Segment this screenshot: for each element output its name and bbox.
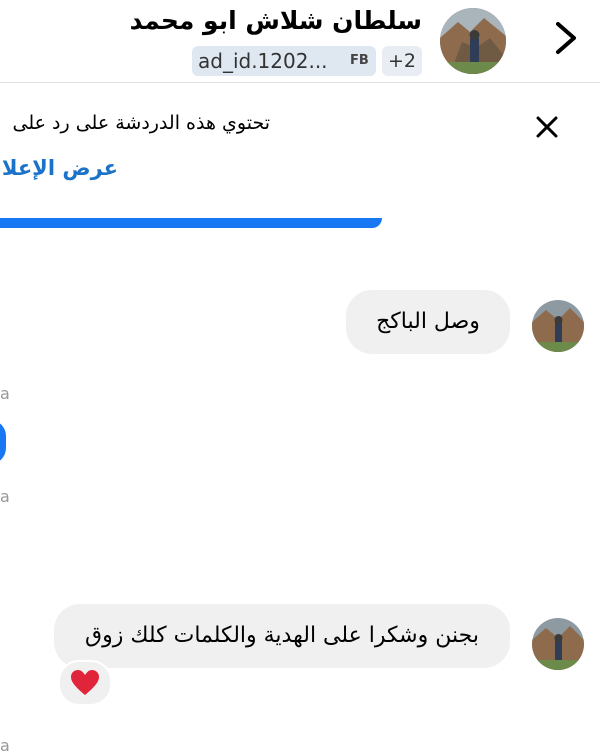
- close-banner-button[interactable]: [530, 110, 564, 144]
- contact-avatar[interactable]: [440, 8, 506, 74]
- chevron-right-icon: [556, 22, 576, 54]
- view-ad-link[interactable]: عرض الإعلا: [2, 156, 118, 180]
- banner-accent-bar: [0, 218, 382, 228]
- heart-icon: [71, 670, 99, 695]
- ad-reply-notice: تحتوي هذه الدردشة على رد على: [12, 112, 270, 134]
- avatar-photo: [532, 618, 584, 670]
- close-icon: [536, 116, 558, 138]
- contact-name[interactable]: سلطان شلاش ابو محمد: [130, 6, 422, 35]
- avatar-photo: [440, 8, 506, 74]
- sender-avatar: [532, 618, 584, 670]
- fb-tag: FB: [350, 53, 369, 68]
- avatar-photo: [532, 300, 584, 352]
- chat-header: سلطان شلاش ابو محمد +2 ad_id.1202... FB: [0, 0, 600, 83]
- ad-id-text: ad_id.1202...: [198, 49, 328, 73]
- outgoing-bubble-edge: [0, 420, 6, 464]
- edge-label: a: [0, 487, 10, 506]
- back-button[interactable]: [548, 18, 584, 58]
- edge-label: a: [0, 736, 10, 755]
- incoming-message[interactable]: وصل الباكج: [346, 290, 510, 354]
- extra-tags-badge[interactable]: +2: [382, 46, 423, 76]
- sender-avatar: [532, 300, 584, 352]
- ad-id-chip[interactable]: ad_id.1202... FB: [192, 46, 376, 76]
- message-reaction[interactable]: [58, 660, 112, 706]
- incoming-message[interactable]: بجنن وشكرا على الهدية والكلمات كلك زوق: [54, 604, 510, 668]
- edge-label: a: [0, 384, 10, 403]
